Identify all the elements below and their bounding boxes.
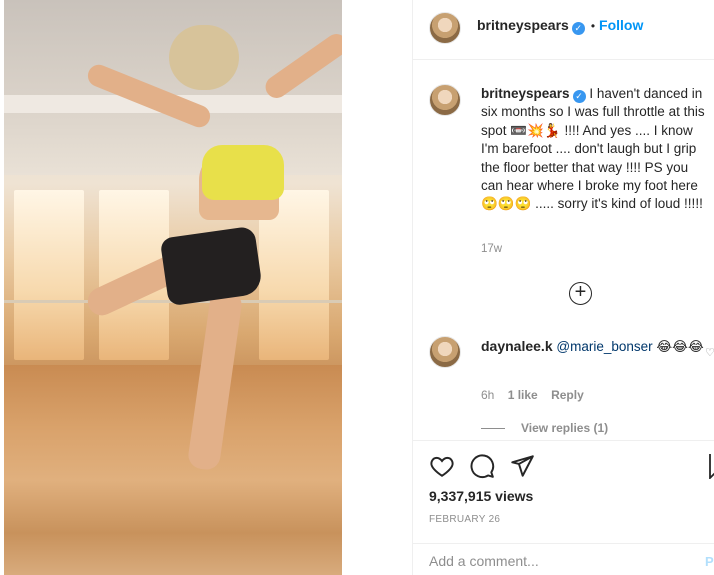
share-icon[interactable]	[509, 453, 535, 479]
comment-icon[interactable]	[469, 453, 495, 479]
comment-text: 😂😂😂	[656, 339, 704, 354]
caption-text: I haven't danced in six months so I was …	[481, 86, 705, 212]
comment: daynalee.k @marie_bonser 😂😂😂	[481, 337, 709, 356]
comment-meta: 6h 1 like Reply	[481, 388, 584, 402]
comment-time[interactable]: 6h	[481, 388, 494, 402]
reply-button[interactable]: Reply	[551, 388, 584, 402]
heart-icon[interactable]	[429, 453, 455, 479]
post-comment-button[interactable]: Po	[705, 554, 714, 569]
caption-avatar[interactable]	[429, 84, 461, 116]
plus-circle-icon[interactable]: +	[569, 282, 592, 305]
post-actions: 9,337,915 views FEBRUARY 26 Po	[413, 440, 714, 570]
media-area	[0, 0, 412, 575]
avatar[interactable]	[429, 12, 461, 44]
add-comment-bar: Po	[413, 543, 714, 575]
comment-like-icon[interactable]: ♡	[705, 346, 714, 359]
replies-divider	[481, 428, 505, 430]
verified-badge-icon: ✓	[571, 22, 585, 35]
caption: britneyspears ✓ I haven't danced in six m…	[481, 85, 713, 214]
comment-avatar[interactable]	[429, 336, 461, 368]
comment-likes[interactable]: 1 like	[508, 388, 538, 402]
post-header: britneyspears ✓ • Follow	[413, 0, 714, 60]
post-video[interactable]	[4, 0, 342, 575]
post-date[interactable]: FEBRUARY 26	[429, 514, 500, 525]
post-panel: britneyspears ✓ • Follow britneyspears ✓ I h…	[412, 0, 714, 575]
caption-username[interactable]: britneyspears	[481, 86, 570, 101]
view-replies[interactable]: View replies (1)	[481, 421, 608, 435]
comment-mention[interactable]: @marie_bonser	[556, 339, 652, 354]
follow-button[interactable]: Follow	[599, 17, 643, 33]
header-username[interactable]: britneyspears	[477, 17, 569, 33]
comment-input[interactable]	[429, 553, 679, 569]
bookmark-icon[interactable]	[709, 453, 714, 479]
comment-username[interactable]: daynalee.k	[481, 338, 553, 354]
view-count[interactable]: 9,337,915 views	[429, 488, 533, 504]
verified-badge-icon: ✓	[572, 90, 586, 103]
caption-time[interactable]: 17w	[481, 243, 502, 255]
separator: •	[590, 19, 596, 33]
